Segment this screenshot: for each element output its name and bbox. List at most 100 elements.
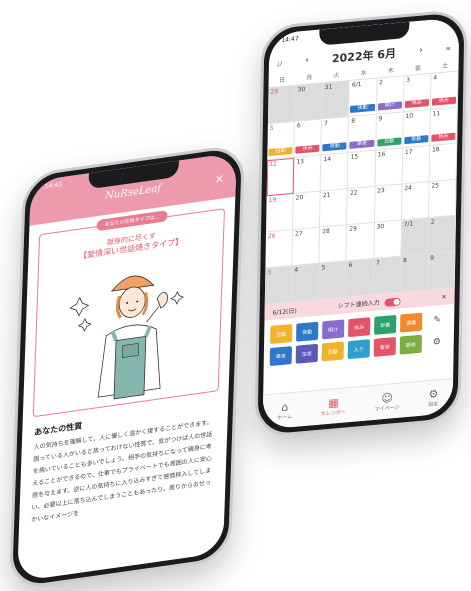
calendar-day-cell[interactable]: 8 xyxy=(400,254,429,293)
shift-chip: 夜勤 xyxy=(404,135,429,145)
calendar-day-cell[interactable]: 5 xyxy=(319,261,347,300)
day-number: 31 xyxy=(324,83,333,92)
tab-item[interactable]: ▦ カレンダー xyxy=(321,395,346,417)
shift-type-button[interactable]: 研修 xyxy=(399,334,422,355)
calendar-day-cell[interactable]: 9 日勤 xyxy=(375,112,404,151)
close-icon[interactable]: ✕ xyxy=(441,293,446,300)
shift-toggle-label: シフト連続入力 xyxy=(337,299,380,311)
shift-type-button[interactable]: 遅番 xyxy=(400,312,423,333)
calendar-day-cell[interactable]: 2 明け xyxy=(376,76,405,115)
calendar-day-cell[interactable]: 3 休み xyxy=(403,73,432,113)
shift-type-button[interactable]: 準夜 xyxy=(269,346,292,367)
calendar-day-cell[interactable]: 4 休み xyxy=(430,71,459,110)
calendar-menu-icon[interactable]: ≡ xyxy=(446,45,451,52)
day-number: 7 xyxy=(324,119,328,128)
day-number: 28 xyxy=(322,227,330,236)
shift-button-grid: 日勤 夜勤 明け 休み 早番 遅番 ✎ 準夜 深夜 日勤 入り 有休 研修 ⚙ xyxy=(269,310,449,367)
shift-chip: 休み xyxy=(404,99,429,109)
calendar-day-cell[interactable]: 9 xyxy=(427,251,456,291)
calendar-day-cell[interactable]: 31 xyxy=(322,80,350,120)
calendar-day-cell[interactable]: 29 xyxy=(346,222,375,262)
calendar-day-cell[interactable]: 25 xyxy=(428,179,457,219)
shift-type-button[interactable]: 日勤 xyxy=(321,341,344,362)
tab-item[interactable]: ☺ マイページ xyxy=(375,391,400,413)
calendar-day-cell[interactable]: 7 夜勤 xyxy=(321,117,350,156)
calendar-day-cell[interactable]: 17 xyxy=(402,145,431,185)
calendar-day-cell[interactable]: 15 xyxy=(348,150,376,190)
shift-type-button[interactable]: 夜勤 xyxy=(296,321,319,342)
calendar-day-cell[interactable]: 7/1 xyxy=(401,218,429,257)
shift-settings-icon[interactable]: ⚙ xyxy=(425,332,448,353)
calendar-day-cell[interactable]: 30 xyxy=(295,83,323,122)
day-number: 9 xyxy=(430,254,435,262)
shift-type-button[interactable]: 明け xyxy=(322,319,345,340)
day-number: 12 xyxy=(269,160,277,169)
shift-chip: 休み xyxy=(431,132,456,142)
shift-type-button[interactable]: 有休 xyxy=(373,336,396,357)
tab-item[interactable]: ⌂ ホーム xyxy=(277,400,292,421)
day-number: 7/1 xyxy=(403,220,414,229)
calendar-day-cell[interactable]: 6 xyxy=(346,258,374,298)
calendar-day-cell[interactable]: 12 xyxy=(266,157,295,197)
tab-label: 設定 xyxy=(428,400,439,408)
calendar-day-cell[interactable]: 14 xyxy=(320,153,349,192)
day-number: 24 xyxy=(404,184,412,193)
day-number: 7 xyxy=(375,259,380,267)
calendar-day-cell[interactable]: 18 xyxy=(429,143,458,182)
tab-item[interactable]: ⚙ 設定 xyxy=(428,387,439,408)
toggle-switch[interactable] xyxy=(384,297,401,307)
shift-chip: 夜勤 xyxy=(350,103,375,113)
day-number: 30 xyxy=(376,222,385,231)
calendar-day-cell[interactable]: 21 xyxy=(320,189,349,228)
shift-type-button[interactable]: 日勤 xyxy=(270,324,293,344)
weekday-label: 日 xyxy=(279,76,286,85)
close-icon[interactable]: ✕ xyxy=(215,172,225,186)
day-number: 6/1 xyxy=(351,80,362,89)
weekday-label: 土 xyxy=(441,62,449,70)
shift-chip: 日勤 xyxy=(268,146,293,157)
shift-type-button[interactable]: 入り xyxy=(347,339,370,360)
calendar-day-cell[interactable]: 20 xyxy=(293,191,321,230)
calendar-day-cell[interactable]: 16 xyxy=(375,148,403,187)
day-number: 16 xyxy=(377,150,386,159)
day-number: 2 xyxy=(378,79,383,87)
month-title: 2022年 6月 xyxy=(331,46,397,66)
calendar-day-cell[interactable]: 11 休み xyxy=(430,107,458,146)
day-number: 29 xyxy=(349,225,358,234)
calendar-day-cell[interactable]: 29 xyxy=(267,85,296,125)
calendar-day-cell[interactable]: 10 夜勤 xyxy=(402,109,431,149)
calendar-day-cell[interactable]: 24 xyxy=(401,181,430,221)
eraser-icon[interactable]: ✎ xyxy=(426,310,449,331)
calendar-day-cell[interactable]: 6/1 夜勤 xyxy=(349,78,378,118)
shift-toggle[interactable]: シフト連続入力 xyxy=(338,296,401,311)
day-number: 29 xyxy=(270,88,279,96)
calendar-day-cell[interactable]: 3 xyxy=(264,266,293,305)
shift-chip: 休み xyxy=(431,96,457,106)
shift-type-button[interactable]: 休み xyxy=(348,317,371,338)
day-number: 6 xyxy=(348,261,353,270)
shift-type-button[interactable]: 深夜 xyxy=(295,343,318,364)
day-number: 17 xyxy=(404,148,413,157)
calendar-day-cell[interactable]: 30 xyxy=(373,220,402,259)
calendar-day-cell[interactable]: 7 xyxy=(373,256,402,295)
calendar-day-cell[interactable]: 19 xyxy=(266,193,294,233)
calendar-day-cell[interactable]: 6 休み xyxy=(294,119,323,158)
calendar-day-cell[interactable]: 22 xyxy=(347,186,376,226)
prev-month-button[interactable]: ‹ xyxy=(305,56,309,66)
calendar-left-label[interactable]: ¿/ xyxy=(277,59,282,66)
next-month-button[interactable]: › xyxy=(419,46,423,56)
shift-type-button[interactable]: 早番 xyxy=(374,314,397,335)
calendar-day-cell[interactable]: 27 xyxy=(292,227,321,267)
calendar-day-cell[interactable]: 5 日勤 xyxy=(267,121,296,161)
calendar-day-cell[interactable]: 13 xyxy=(293,155,322,194)
day-number: 19 xyxy=(268,196,277,205)
calendar-day-cell[interactable]: 8 準夜 xyxy=(348,114,377,154)
calendar-day-cell[interactable]: 28 xyxy=(319,225,348,264)
calendar-day-cell[interactable]: 26 xyxy=(265,229,294,269)
calendar-day-cell[interactable]: 4 xyxy=(291,263,320,303)
day-number: 8 xyxy=(402,256,407,265)
calendar-day-cell[interactable]: 2 xyxy=(428,215,456,255)
day-number: 10 xyxy=(405,112,414,121)
calendar-day-cell[interactable]: 23 xyxy=(374,184,403,223)
selected-date: 6/12(日) xyxy=(272,307,297,317)
